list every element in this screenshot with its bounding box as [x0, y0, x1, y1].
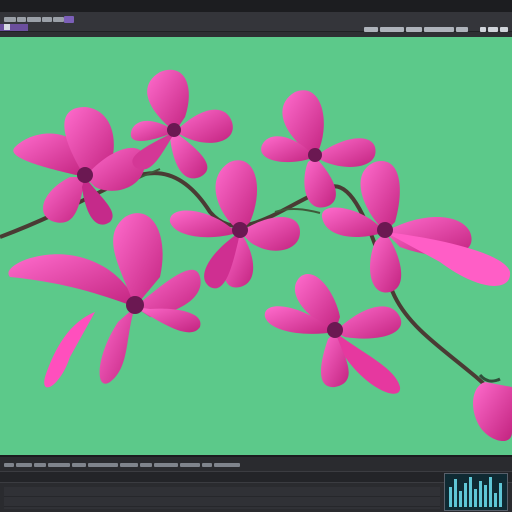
flower — [261, 90, 376, 208]
flower — [130, 69, 233, 179]
menu-item[interactable] — [4, 17, 16, 22]
flower — [13, 107, 145, 225]
flower-render — [0, 69, 512, 442]
menu-items-row — [4, 17, 64, 22]
timeline-button[interactable] — [16, 463, 32, 467]
render-viewport[interactable] — [0, 37, 512, 455]
app-window — [0, 0, 512, 512]
workspace-tab-icon — [4, 24, 10, 30]
timeline-ruler[interactable] — [0, 471, 512, 483]
timeline-button[interactable] — [180, 463, 200, 467]
waveform-preview — [444, 473, 508, 511]
status-text — [364, 25, 468, 33]
timeline-button[interactable] — [34, 463, 46, 467]
flower — [169, 160, 300, 289]
timeline-track[interactable] — [4, 497, 440, 507]
menu-item[interactable] — [53, 17, 64, 22]
timeline-button[interactable] — [88, 463, 118, 467]
timeline-button[interactable] — [120, 463, 138, 467]
menu-item[interactable] — [42, 17, 52, 22]
timeline-button[interactable] — [48, 463, 70, 467]
timeline-button[interactable] — [4, 463, 14, 467]
timeline-button[interactable] — [154, 463, 178, 467]
tool-icon[interactable] — [64, 16, 74, 23]
flower-bud — [473, 373, 512, 442]
flower — [321, 161, 511, 293]
menu-item[interactable] — [27, 17, 41, 22]
menu-item[interactable] — [17, 17, 26, 22]
timeline-panel — [0, 455, 512, 512]
flower — [264, 274, 402, 394]
title-bar — [0, 0, 512, 12]
timeline-button[interactable] — [140, 463, 152, 467]
timeline-button[interactable] — [214, 463, 240, 467]
timeline-tracks[interactable] — [4, 487, 440, 509]
timeline-toolbar — [0, 460, 512, 470]
timeline-track[interactable] — [4, 487, 440, 497]
timeline-button[interactable] — [202, 463, 212, 467]
status-text-right — [480, 25, 508, 33]
flower — [8, 213, 201, 388]
menu-bar — [0, 12, 512, 41]
timeline-button[interactable] — [72, 463, 86, 467]
